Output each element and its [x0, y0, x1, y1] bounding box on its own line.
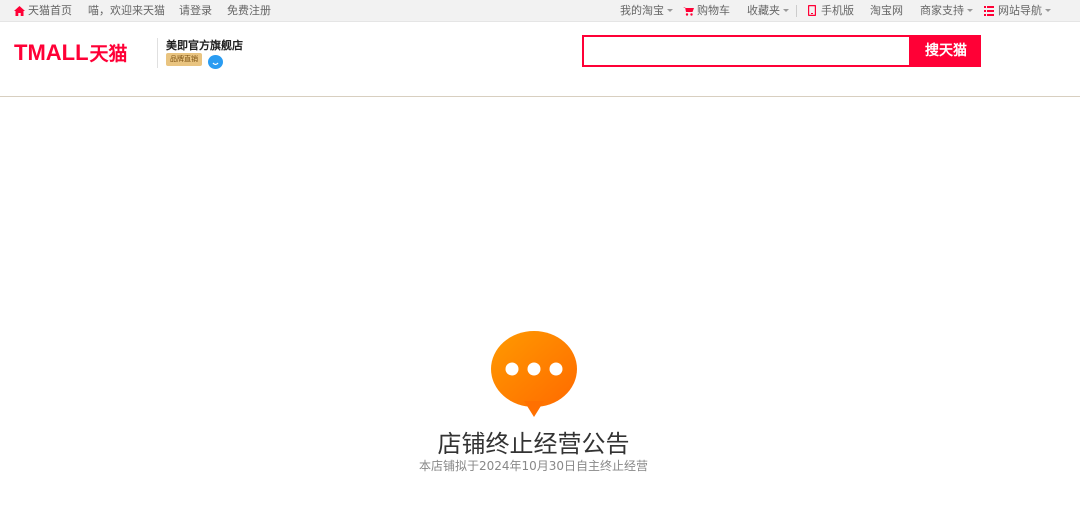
site-topbar: 天猫首页 喵，欢迎来天猫 请登录 免费注册 我的淘宝 购物车 收藏夹 手机版 淘… [0, 0, 1080, 22]
mobile-label: 手机版 [821, 4, 854, 17]
brand-badge: 品牌直销 [166, 53, 202, 66]
favorites-label: 收藏夹 [747, 4, 780, 17]
my-taobao-menu[interactable]: 我的淘宝 [620, 3, 673, 18]
notice-subtitle: 本店铺拟于2024年10月30日自主终止经营 [418, 459, 649, 473]
chevron-down-icon [667, 9, 673, 12]
home-link-label: 天猫首页 [28, 4, 72, 17]
merchant-label: 商家支持 [920, 4, 964, 17]
divider [796, 5, 797, 17]
home-icon [14, 5, 25, 16]
phone-icon [808, 5, 816, 16]
chevron-down-icon [1045, 9, 1051, 12]
mobile-link[interactable]: 手机版 [808, 3, 854, 18]
divider [157, 38, 158, 68]
taobao-link[interactable]: 淘宝网 [870, 3, 903, 18]
logo-text: TMALL [14, 40, 89, 65]
shop-header: TMALL天猫 美即官方旗舰店 品牌直销 搜天猫 [0, 22, 1080, 97]
cart-icon [683, 6, 694, 16]
my-taobao-label: 我的淘宝 [620, 4, 664, 17]
cart-label: 购物车 [697, 4, 730, 17]
chevron-down-icon [783, 9, 789, 12]
register-link[interactable]: 免费注册 [227, 3, 271, 18]
cart-link[interactable]: 购物车 [683, 3, 730, 18]
logo-cn-text: 天猫 [89, 43, 128, 65]
home-link[interactable]: 天猫首页 [14, 3, 72, 18]
site-nav-label: 网站导航 [998, 4, 1042, 17]
merchant-menu[interactable]: 商家支持 [920, 3, 973, 18]
tmall-logo[interactable]: TMALL天猫 [14, 39, 128, 66]
welcome-text: 喵，欢迎来天猫 [88, 4, 165, 17]
search-box [582, 35, 911, 67]
chat-bubble-icon [490, 331, 578, 419]
search-button[interactable]: 搜天猫 [911, 35, 981, 67]
search-input[interactable] [584, 37, 909, 65]
chevron-down-icon [967, 9, 973, 12]
favorites-menu[interactable]: 收藏夹 [747, 3, 789, 18]
shop-name-link[interactable]: 美即官方旗舰店 [166, 37, 243, 53]
site-nav-menu[interactable]: 网站导航 [984, 3, 1051, 18]
list-icon [984, 5, 994, 16]
notice-title: 店铺终止经营公告 [437, 430, 630, 458]
login-link[interactable]: 请登录 [179, 3, 212, 18]
chat-icon[interactable] [208, 55, 223, 69]
